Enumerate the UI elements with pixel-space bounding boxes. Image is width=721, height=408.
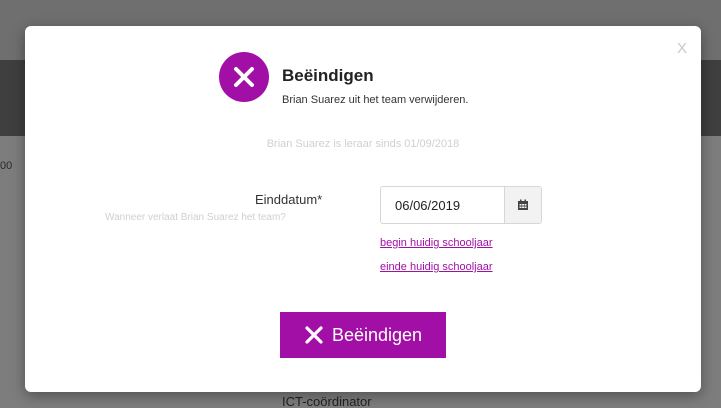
background-text-fragment: 00: [0, 160, 13, 172]
confirm-end-button-label: Beëindigen: [331, 324, 423, 345]
end-date-input[interactable]: [381, 187, 504, 223]
background-footer-text: ICT-coördinator: [282, 394, 372, 408]
end-date-label: Einddatum*: [255, 192, 323, 207]
modal-title: Beëindigen: [282, 66, 374, 85]
remove-x-icon: [219, 52, 269, 102]
end-membership-modal: X Beëindigen Brian Suarez uit het team v…: [25, 26, 701, 392]
end-date-hint: Wanneer verlaat Brian Suarez het team?: [105, 212, 286, 223]
x-icon: [305, 326, 323, 344]
modal-subtitle: Brian Suarez uit het team verwijderen.: [282, 94, 469, 106]
calendar-icon: [518, 199, 528, 210]
confirm-end-button[interactable]: Beëindigen: [280, 312, 446, 358]
close-button[interactable]: X: [677, 40, 687, 57]
end-date-picker: [380, 186, 542, 224]
calendar-button[interactable]: [504, 187, 541, 223]
teacher-since-text: Brian Suarez is leraar sinds 01/09/2018: [266, 138, 460, 150]
begin-school-year-link[interactable]: begin huidig schooljaar: [380, 237, 493, 249]
end-school-year-link[interactable]: einde huidig schooljaar: [380, 261, 493, 273]
